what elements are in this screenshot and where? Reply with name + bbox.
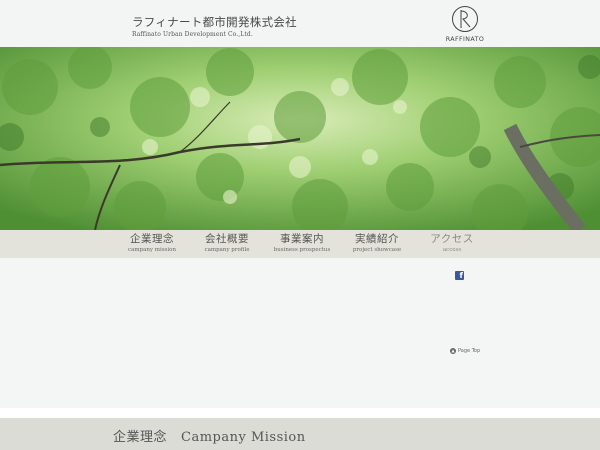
facebook-icon[interactable]: f	[455, 271, 464, 280]
site-header: ラフィナート都市開発株式会社 Raffinato Urban Developme…	[0, 0, 600, 47]
nav-label-en: campany profile	[204, 247, 250, 253]
nav-item-showcase[interactable]: 実績紹介 project showcase	[342, 232, 412, 254]
nav-label-jp: アクセス	[430, 233, 474, 245]
nav-label-en: access	[442, 247, 462, 253]
page-top-label: Page Top	[458, 347, 481, 354]
nav-item-access[interactable]: アクセス access	[417, 232, 487, 254]
section-divider	[0, 408, 600, 418]
arrow-up-circle-icon: ▲	[450, 347, 456, 354]
section-header-bar: 企業理念 Campany Mission	[0, 418, 600, 450]
main-nav: 企業理念 campany mission 会社概要 campany profil…	[0, 230, 600, 258]
nav-label-jp: 会社概要	[205, 233, 249, 245]
main-content: f ▲ Page Top	[0, 258, 600, 408]
section-title-jp: 企業理念	[113, 430, 168, 445]
nav-label-jp: 事業案内	[280, 233, 324, 245]
nav-label-en: project showcase	[352, 247, 402, 253]
nav-item-mission[interactable]: 企業理念 campany mission	[117, 232, 187, 254]
nav-label-jp: 実績紹介	[355, 233, 399, 245]
section-title-en: Campany Mission	[181, 430, 306, 445]
nav-item-profile[interactable]: 会社概要 campany profile	[192, 232, 262, 254]
raffinato-logo[interactable]: RAFFINATO	[440, 4, 490, 44]
hero-image-forest	[0, 47, 600, 230]
page-top-link[interactable]: ▲ Page Top	[450, 340, 480, 354]
section-title: 企業理念 Campany Mission	[113, 426, 306, 445]
company-name-jp[interactable]: ラフィナート都市開発株式会社	[132, 14, 297, 30]
nav-label-en: business prospectus	[273, 247, 331, 253]
logo-emblem-icon	[452, 6, 478, 32]
logo-text: RAFFINATO	[445, 36, 485, 43]
nav-label-jp: 企業理念	[130, 233, 174, 245]
nav-label-en: campany mission	[127, 247, 176, 253]
nav-item-business[interactable]: 事業案内 business prospectus	[267, 232, 337, 254]
company-name-en: Raffinato Urban Development Co.,Ltd.	[132, 31, 253, 38]
